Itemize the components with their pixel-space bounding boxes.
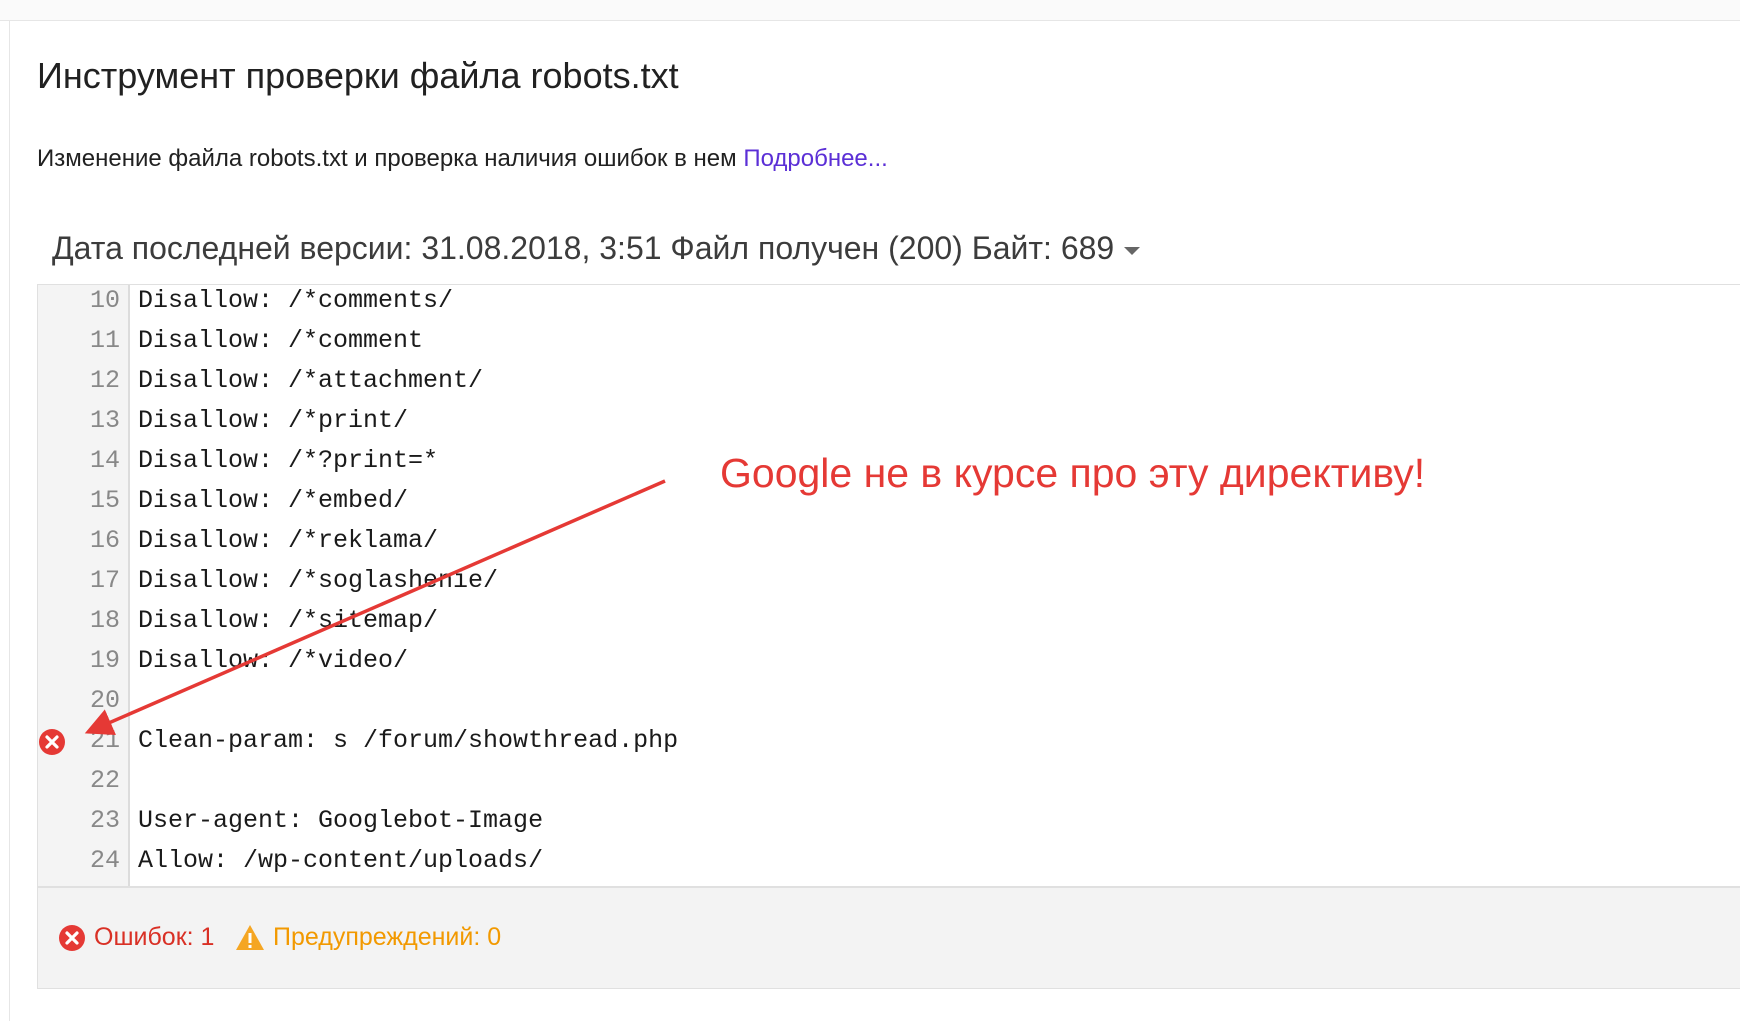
code-line[interactable]: 17 Disallow: /*soglashenie/ (38, 565, 1740, 605)
error-icon (59, 924, 85, 951)
line-text: Disallow: /*video/ (138, 646, 409, 675)
code-line[interactable]: 16 Disallow: /*reklama/ (38, 525, 1740, 565)
line-number: 15 (89, 486, 120, 515)
robots-editor[interactable]: 10 Disallow: /*comments/11 Disallow: /*com… (37, 284, 1740, 887)
error-count: Ошибок: 1 (58, 923, 214, 952)
left-divider (9, 21, 10, 1021)
code-line[interactable]: 12 Disallow: /*attachment/ (38, 365, 1740, 405)
code-line[interactable]: 13 Disallow: /*print/ (38, 405, 1740, 445)
annotation-callout: Google не в курсе про эту директиву! (720, 450, 1426, 496)
line-text: Disallow: /*print/ (138, 406, 409, 435)
line-number: 20 (89, 686, 120, 715)
line-text: User-agent: Googlebot-Image (138, 806, 544, 835)
version-info: Дата последней версии: 31.08.2018, 3:51 … (52, 230, 1115, 266)
line-number: 19 (89, 646, 120, 675)
code-lines[interactable]: 10 Disallow: /*comments/11 Disallow: /*com… (38, 285, 1740, 885)
line-text: Disallow: /*soglashenie/ (138, 566, 499, 595)
learn-more-link[interactable]: Подробнее... (743, 145, 887, 172)
line-number: 17 (89, 566, 120, 595)
line-text: Disallow: /*comment (138, 326, 424, 355)
line-number: 21 (89, 726, 120, 755)
line-number: 10 (89, 286, 120, 315)
line-number: 14 (89, 446, 120, 475)
line-number: 13 (89, 406, 120, 435)
line-text: Disallow: /*comments/ (138, 286, 454, 315)
chevron-down-icon[interactable] (1124, 246, 1141, 255)
line-number: 12 (89, 366, 120, 395)
code-line[interactable]: 20 (38, 685, 1740, 725)
status-bar: Ошибок: 1 Предупреждений: 0 (37, 886, 1740, 989)
version-dropdown[interactable]: Дата последней версии: 31.08.2018, 3:51 … (52, 230, 1141, 267)
line-number: 24 (89, 846, 120, 875)
warning-icon (236, 924, 264, 950)
subtitle-text: Изменение файла robots.txt и проверка на… (37, 145, 737, 172)
line-text: Disallow: /*reklama/ (138, 526, 439, 555)
code-line[interactable]: 24 Allow: /wp-content/uploads/ (38, 845, 1740, 885)
code-line[interactable]: 21 Clean-param: s /forum/showthread.php (38, 725, 1740, 765)
code-line[interactable]: 23 User-agent: Googlebot-Image (38, 805, 1740, 845)
page-subtitle: Изменение файла robots.txt и проверка на… (37, 145, 888, 173)
code-line[interactable]: 22 (38, 765, 1740, 805)
code-line[interactable]: 10 Disallow: /*comments/ (38, 285, 1740, 325)
line-text: Clean-param: s /forum/showthread.php (138, 726, 679, 755)
line-number: 18 (89, 606, 120, 635)
warning-count-label: Предупреждений: 0 (273, 923, 502, 951)
line-number: 11 (89, 326, 120, 355)
line-number: 16 (89, 526, 120, 555)
line-number: 22 (89, 766, 120, 795)
code-line[interactable]: 18 Disallow: /*sitemap/ (38, 605, 1740, 645)
line-text: Disallow: /*?print=* (138, 446, 439, 475)
error-count-label: Ошибок: 1 (94, 923, 215, 951)
line-text: Disallow: /*attachment/ (138, 366, 484, 395)
page-title: Инструмент проверки файла robots.txt (37, 55, 679, 96)
line-number: 23 (89, 806, 120, 835)
top-bar (0, 0, 1740, 21)
warning-count: Предупреждений: 0 (235, 923, 501, 952)
line-text: Allow: /wp-content/uploads/ (138, 846, 544, 875)
code-line[interactable]: 19 Disallow: /*video/ (38, 645, 1740, 685)
code-line[interactable]: 11 Disallow: /*comment (38, 325, 1740, 365)
line-text: Disallow: /*embed/ (138, 486, 409, 515)
line-text: Disallow: /*sitemap/ (138, 606, 439, 635)
